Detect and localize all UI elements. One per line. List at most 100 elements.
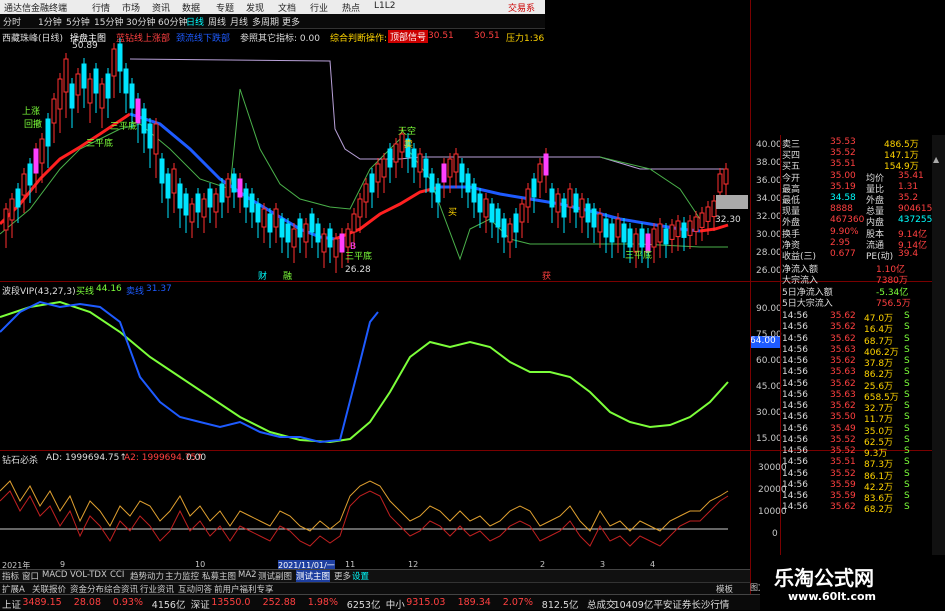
candlestick-chart[interactable]: 50.89 26.28 32.30 三平底 三平底 三平底 三平底 天空 上涨 … (0, 29, 750, 281)
tick-price: 35.63 (830, 389, 856, 400)
signal-label: 买 (448, 207, 457, 218)
signal-label: 卖 (404, 139, 413, 150)
quote-value: 0.677 (830, 249, 856, 259)
tab-settings[interactable]: 设置 (352, 570, 369, 582)
candle-body (3, 208, 9, 231)
tick-price: 35.52 (830, 468, 856, 479)
y-tick: 40.00 (756, 140, 782, 150)
period-tab[interactable]: 月线 (230, 15, 248, 28)
tab-vol[interactable]: VOL-TDX (70, 570, 107, 580)
tab-more[interactable]: 更多 (334, 570, 351, 582)
indicator2-pane[interactable]: 钻石必杀 AD: 1999694.75↑ A2: 1999694.75↑ 0.0… (0, 451, 750, 563)
tick-price: 35.59 (830, 479, 856, 490)
candle-body (15, 188, 21, 208)
candle-body (369, 173, 375, 193)
candle-body (525, 188, 531, 208)
menu-industry[interactable]: 行业 (310, 1, 328, 14)
trade-menu[interactable]: 交易系 (508, 1, 535, 14)
tab-monitor[interactable]: 主力监控 (165, 570, 199, 582)
candle-body (249, 193, 255, 213)
tab-window[interactable]: 窗口 (22, 570, 39, 582)
candle-body (657, 223, 663, 243)
candle-body (543, 153, 549, 176)
candle-body (291, 228, 297, 248)
tab-macd[interactable]: MACD (42, 570, 67, 580)
candle-body (171, 168, 177, 194)
tick-row: 14:56 35.63 658.5万 S (780, 389, 930, 403)
tab-cci[interactable]: CCI (110, 570, 124, 580)
quote-value: 34.58 (830, 193, 856, 203)
candle-body (219, 183, 225, 203)
menu-l1l2[interactable]: L1L2 (374, 1, 395, 11)
tick-row: 14:56 35.52 9.3万 S (780, 446, 930, 459)
menu-market[interactable]: 市场 (122, 1, 140, 14)
quote-row: 收益(三) 0.677 PE(动) 39.4 (780, 249, 930, 262)
candle-body (417, 153, 423, 173)
tick-time: 14:56 (782, 457, 808, 468)
menu-data[interactable]: 数据 (182, 1, 200, 14)
quote-value: 8888 (830, 204, 853, 215)
period-tab-active[interactable]: 日线 (186, 15, 204, 28)
x-tick: 9 (60, 560, 66, 569)
candle-body (693, 216, 699, 232)
period-more[interactable]: 更多 (282, 15, 300, 28)
x-tick: 12 (408, 560, 419, 569)
period-tab[interactable]: 15分钟 (94, 15, 123, 28)
period-tab[interactable]: 分时 (3, 15, 21, 28)
menu-discover[interactable]: 发现 (246, 1, 264, 14)
tick-side: S (904, 412, 910, 423)
tab-ma2[interactable]: MA2 (238, 570, 257, 580)
candle-body (129, 83, 135, 109)
candle-body (327, 228, 333, 248)
candle-body (195, 193, 201, 213)
candle-body (99, 83, 105, 109)
tick-row: 14:56 35.52 86.1万 S (780, 468, 930, 482)
quote-value: 35.51 (830, 159, 856, 170)
tab-private[interactable]: 私募主图 (202, 570, 236, 582)
candle-body (663, 228, 669, 245)
candle-body (63, 58, 69, 93)
candle-body (639, 228, 645, 248)
candle-body (141, 108, 147, 134)
y-tick: 34.00 (756, 194, 782, 204)
indicator1-pane[interactable]: 波段VIP(43,27,3) 买线 44.16 卖线 31.37 64.00 (0, 282, 780, 450)
tick-side: S (904, 423, 910, 434)
y-tick: 0 (772, 529, 778, 539)
menu-news[interactable]: 资讯 (152, 1, 170, 14)
tick-side: S (904, 389, 910, 400)
menu-docs[interactable]: 文档 (278, 1, 296, 14)
menu-hot[interactable]: 热点 (342, 1, 360, 14)
period-tab[interactable]: 30分钟 (126, 15, 155, 28)
candle-body (687, 220, 693, 236)
tick-price: 35.62 (830, 322, 856, 333)
tab-indicator[interactable]: 指标 (2, 570, 19, 582)
period-tab[interactable]: 多周期 (252, 15, 279, 28)
quote-value: 9.90% (830, 226, 859, 237)
main-chart-pane[interactable]: 西藏珠峰(日线) 操盘主图 蓝钻线上涨部 颈流线下跌部 参照其它指标: 0.00… (0, 29, 750, 281)
candle-body (273, 208, 279, 228)
candle-body (537, 163, 543, 183)
tick-side: S (904, 401, 910, 411)
period-tab[interactable]: 5分钟 (66, 15, 90, 28)
tab-trend[interactable]: 趋势动力 (130, 570, 164, 582)
tab-test-main[interactable]: 测试主图 (296, 570, 331, 582)
tab-test-sub[interactable]: 测试副图 (258, 570, 292, 582)
period-tab[interactable]: 60分钟 (158, 15, 187, 28)
high-price-label: 50.89 (72, 41, 98, 51)
price-marker-box (716, 195, 748, 209)
candle-body (603, 218, 609, 238)
candle-body (321, 233, 327, 253)
y-tick: 32.00 (756, 212, 782, 222)
green-band (599, 156, 701, 220)
menu-quotes[interactable]: 行情 (92, 1, 110, 14)
side-tab[interactable]: ▲ (932, 135, 945, 555)
status-item: 0.93% (112, 597, 143, 608)
oscillator-chart (0, 300, 729, 444)
period-tab[interactable]: 1分钟 (38, 15, 62, 28)
period-tab[interactable]: 周线 (208, 15, 226, 28)
menu-topics[interactable]: 专题 (216, 1, 234, 14)
candle-body (105, 73, 111, 99)
candle-body (231, 173, 237, 193)
candle-body (177, 183, 183, 209)
candle-body (447, 158, 453, 178)
